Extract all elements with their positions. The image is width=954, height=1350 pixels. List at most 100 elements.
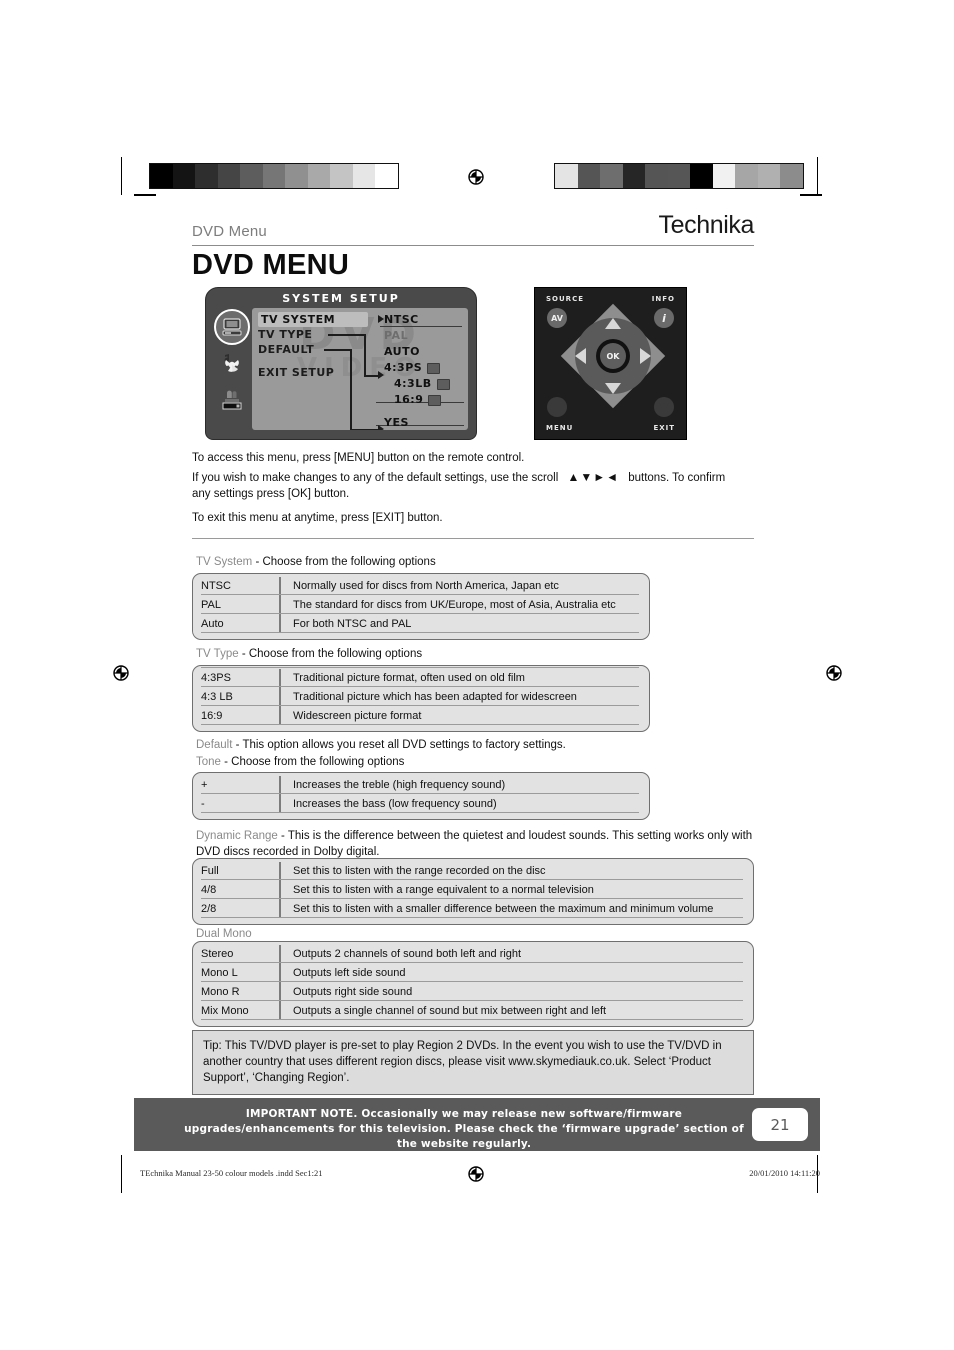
osd-option-43ps[interactable]: 4:3PS: [384, 360, 464, 376]
calibration-swatch: [285, 164, 308, 188]
table-row: Stereo Outputs 2 channels of sound both …: [193, 944, 753, 963]
table-row: Full Set this to listen with the range r…: [193, 861, 753, 880]
table-row: 4:3PS Traditional picture format, often …: [193, 668, 649, 687]
calibration-swatch: [712, 164, 736, 188]
calibration-swatch: [195, 164, 218, 188]
cell-description: Increases the treble (high frequency sou…: [293, 778, 506, 791]
table-tv-type: 4:3PS Traditional picture format, often …: [192, 665, 650, 732]
section-key-dynamic-range: Dynamic Range: [196, 830, 278, 842]
table-row: - Increases the bass (low frequency soun…: [193, 794, 649, 813]
osd-menu-item-tv-system[interactable]: TV SYSTEM: [258, 312, 368, 327]
remote-source-label: SOURCE: [546, 295, 584, 303]
calibration-bar-left: [149, 163, 399, 189]
remote-exit-button[interactable]: [654, 397, 674, 417]
brand-logo: Technika: [658, 211, 755, 239]
table-row: + Increases the treble (high frequency s…: [193, 775, 649, 794]
osd-option-43lb[interactable]: 4:3LB: [384, 376, 464, 392]
intro-line-2c: any settings press [OK] button.: [192, 488, 350, 500]
content-divider: [192, 538, 754, 539]
section-key-tv-system: TV System: [196, 556, 253, 568]
table-dynamic-range: Full Set this to listen with the range r…: [192, 858, 754, 925]
format-icon-43ps: [427, 362, 441, 374]
osd-connector-tvtype-v: [364, 334, 366, 377]
scroll-arrows-glyphs: ▲▼►◄: [567, 470, 620, 484]
remote-control-diagram: SOURCE INFO AV i OK MENU EXIT: [534, 287, 687, 440]
calibration-swatch: [667, 164, 691, 188]
osd-connector-tvtype-h: [328, 334, 366, 336]
remote-exit-label: EXIT: [653, 424, 675, 432]
section-label-default: Default - This option allows you reset a…: [196, 739, 566, 751]
calibration-swatch: [600, 164, 623, 188]
cell-option: +: [201, 778, 208, 791]
osd-option-pal[interactable]: PAL: [384, 328, 464, 344]
calibration-swatch: [757, 164, 781, 188]
table-row: 2/8 Set this to listen with a smaller di…: [193, 899, 753, 918]
crop-mark-top-right-v: [817, 157, 818, 195]
table-row: 16:9 Widescreen picture format: [193, 706, 649, 725]
intro-line-1: To access this menu, press [MENU] button…: [192, 452, 525, 464]
osd-option-169[interactable]: 16:9: [384, 392, 464, 408]
cell-option: Mono R: [201, 985, 240, 998]
arrow-right-icon[interactable]: [640, 348, 651, 364]
cell-option: 4:3PS: [201, 671, 231, 684]
cell-option: 4:3 LB: [201, 690, 233, 703]
audio-music-icon[interactable]: [219, 350, 245, 381]
cell-option: -: [201, 797, 205, 810]
arrow-down-icon[interactable]: [605, 383, 621, 394]
calibration-swatch: [780, 164, 803, 188]
cell-description: Normally used for discs from North Ameri…: [293, 579, 559, 592]
page-number-badge: 21: [752, 1108, 808, 1141]
osd-option-ntsc[interactable]: NTSC: [384, 312, 464, 328]
section-key-default: Default: [196, 739, 233, 751]
important-note-line-2: for this television. Please check the ‘f…: [338, 1123, 744, 1150]
remote-ok-button[interactable]: OK: [600, 343, 626, 369]
osd-system-setup-screen: SYSTEM SETUP DVD VIDEO TV SYSTEM TV TYPE…: [205, 287, 477, 440]
osd-option-auto[interactable]: AUTO: [384, 344, 464, 360]
print-footer-right: 20/01/2010 14:11:20: [749, 1168, 820, 1178]
section-label-tv-system: TV System - Choose from the following op…: [196, 556, 436, 568]
section-desc-dynamic-range-1: - This is the difference between the qui…: [281, 830, 729, 842]
cell-description: Set this to listen with a range equivale…: [293, 883, 594, 896]
intro-line-2a: If you wish to make changes to any of th…: [192, 472, 559, 484]
page-header: DVD Menu Technika: [192, 211, 754, 246]
table-row: Mono R Outputs right side sound: [193, 982, 753, 1001]
print-footer-left: TEchnika Manual 23-50 colour models .ind…: [140, 1168, 323, 1178]
crop-mark-top-left-v: [121, 157, 122, 195]
osd-category-icons: [212, 308, 252, 422]
arrow-left-icon[interactable]: [575, 348, 586, 364]
calibration-swatch: [217, 164, 241, 188]
table-row: Mix Mono Outputs a single channel of sou…: [193, 1001, 753, 1020]
calibration-swatch: [150, 164, 173, 188]
speaker-level-icon[interactable]: [219, 390, 245, 417]
page-title: DVD MENU: [192, 249, 350, 281]
cell-option: 16:9: [201, 709, 223, 722]
remote-menu-label: MENU: [546, 424, 574, 432]
cell-option: Mix Mono: [201, 1004, 249, 1017]
tv-monitor-icon[interactable]: [214, 309, 250, 345]
osd-option-yes[interactable]: YES: [384, 415, 464, 430]
cell-description: Outputs 2 channels of sound both left an…: [293, 947, 522, 960]
crop-mark-left-tick: [134, 194, 156, 196]
registration-mark-right: [823, 662, 845, 684]
section-key-dual-mono: Dual Mono: [196, 928, 252, 940]
header-section-label: DVD Menu: [192, 223, 267, 240]
section-label-tv-type: TV Type - Choose from the following opti…: [196, 648, 422, 660]
calibration-swatch: [735, 164, 758, 188]
table-tone: + Increases the treble (high frequency s…: [192, 772, 650, 820]
section-desc-default: - This option allows you reset all DVD s…: [235, 739, 566, 751]
intro-line-2b: buttons. To confirm: [628, 472, 726, 484]
remote-menu-button[interactable]: [547, 397, 567, 417]
cell-description: For both NTSC and PAL: [293, 617, 412, 630]
cell-description: Outputs a single channel of sound but mi…: [293, 1004, 607, 1017]
osd-connector-tvtype-h2: [364, 375, 378, 377]
table-row: PAL The standard for discs from UK/Europ…: [193, 595, 649, 614]
cell-description: Outputs left side sound: [293, 966, 406, 979]
format-icon-169: [428, 394, 442, 406]
cell-option: 2/8: [201, 902, 217, 915]
osd-title: SYSTEM SETUP: [282, 292, 400, 305]
calibration-swatch: [352, 164, 376, 188]
arrow-up-icon[interactable]: [605, 318, 621, 329]
intro-line-3: To exit this menu at anytime, press [EXI…: [192, 512, 443, 524]
remote-av-button[interactable]: AV: [547, 308, 567, 328]
osd-connector-default-h: [324, 349, 352, 351]
